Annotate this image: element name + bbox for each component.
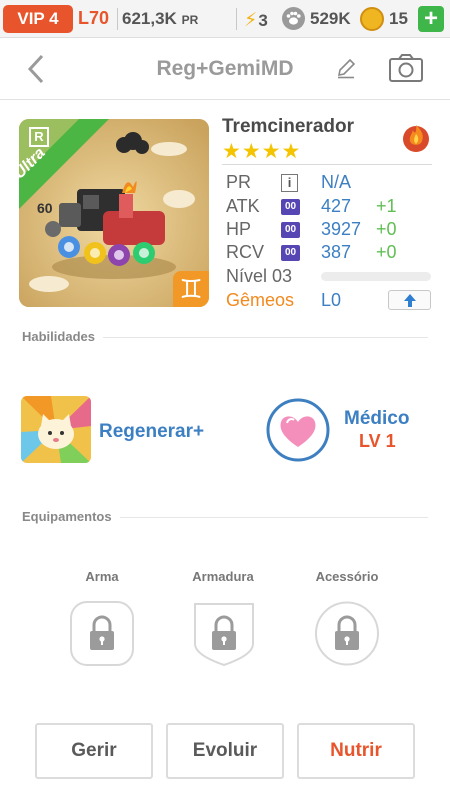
stat-row-gemeos: Gêmeos L0 <box>226 290 436 312</box>
level-label: Nível 03 <box>226 266 293 286</box>
stat-label: ATK <box>226 196 260 216</box>
gemeos-value: L0 <box>321 290 342 310</box>
stat-row-rcv: RCV 00 387 +0 <box>226 242 436 264</box>
evolve-button[interactable]: Evoluir <box>166 723 284 779</box>
pencil-icon[interactable] <box>334 56 358 80</box>
player-pr: 621,3K PR <box>122 9 198 29</box>
upgrade-button[interactable] <box>388 290 431 310</box>
accessory-slot[interactable] <box>314 600 380 667</box>
monster-portrait[interactable]: 60 R Ultra ♊ <box>19 119 209 307</box>
paw-value: 529K <box>310 9 351 28</box>
page-title: Reg+GemiMD <box>156 57 294 80</box>
status-bar: VIP 4 L70 621,3K PR ⚡3 529K 15 + <box>0 0 450 38</box>
stat-row-hp: HP 00 3927 +0 <box>226 219 436 241</box>
info-icon[interactable]: i <box>281 174 298 192</box>
level-progress-bar <box>321 272 431 281</box>
fire-element-icon <box>400 121 432 153</box>
heart-icon[interactable] <box>265 397 331 463</box>
gemeos-label: Gêmeos <box>226 290 295 310</box>
weapon-slot[interactable] <box>69 600 135 667</box>
bolt-icon: ⚡ <box>244 10 258 31</box>
leader-skill-name: Médico <box>344 408 410 429</box>
stat-bonus: +1 <box>376 196 397 216</box>
feed-button[interactable]: Nutrir <box>297 723 415 779</box>
stat-label: PR <box>226 172 252 192</box>
divider <box>222 164 432 165</box>
pr-unit: PR <box>181 13 199 27</box>
gemini-sign-icon: ♊ <box>173 271 209 307</box>
stat-value: 427 <box>321 196 352 216</box>
stat-row-pr: PR i N/A <box>226 172 436 194</box>
skill-name[interactable]: Regenerar+ <box>99 421 204 443</box>
armor-label: Armadura <box>192 569 254 584</box>
equipment-section-title: Equipamentos <box>22 509 120 524</box>
stat-row-atk: ATK 00 427 +1 <box>226 196 436 218</box>
coin-icon <box>360 7 384 31</box>
energy-counter[interactable]: ⚡3 <box>244 9 268 32</box>
stat-value: 387 <box>321 242 352 262</box>
vip-badge[interactable]: VIP 4 <box>3 5 73 33</box>
skills-section-title: Habilidades <box>22 329 103 344</box>
camera-icon[interactable] <box>388 53 424 83</box>
pr-value: 621,3K <box>122 9 177 28</box>
armor-slot[interactable] <box>191 600 257 667</box>
stat-badge-icon: 00 <box>281 222 300 238</box>
plus-icon[interactable]: + <box>418 6 444 32</box>
divider <box>236 8 237 30</box>
arrow-up-icon <box>404 294 416 307</box>
rarity-r-icon: R <box>29 127 49 147</box>
stat-label: HP <box>226 219 252 239</box>
divider <box>117 8 118 30</box>
stat-bonus: +0 <box>376 219 397 239</box>
stat-row-level: Nível 03 <box>226 266 436 288</box>
stat-bonus: +0 <box>376 242 397 262</box>
stat-value: 3927 <box>321 219 362 239</box>
coin-value: 15 <box>389 9 408 28</box>
weapon-label: Arma <box>85 569 119 584</box>
page-header: Reg+GemiMD <box>0 38 450 100</box>
star-rating: ★★★★ <box>222 140 302 163</box>
stat-badge-icon: 00 <box>281 199 300 215</box>
leader-skill-level: LV 1 <box>359 431 396 451</box>
player-level: L70 <box>78 8 110 28</box>
paw-icon <box>282 7 305 30</box>
skill-icon[interactable] <box>21 396 91 463</box>
manage-button[interactable]: Gerir <box>35 723 153 779</box>
monster-name: Tremcinerador <box>222 116 354 137</box>
stat-badge-icon: 00 <box>281 245 300 261</box>
energy-value: 3 <box>258 11 268 30</box>
accessory-label: Acessório <box>315 569 379 584</box>
stat-label: RCV <box>226 242 265 262</box>
stat-value: N/A <box>321 172 352 192</box>
svg-text:60: 60 <box>37 200 53 216</box>
